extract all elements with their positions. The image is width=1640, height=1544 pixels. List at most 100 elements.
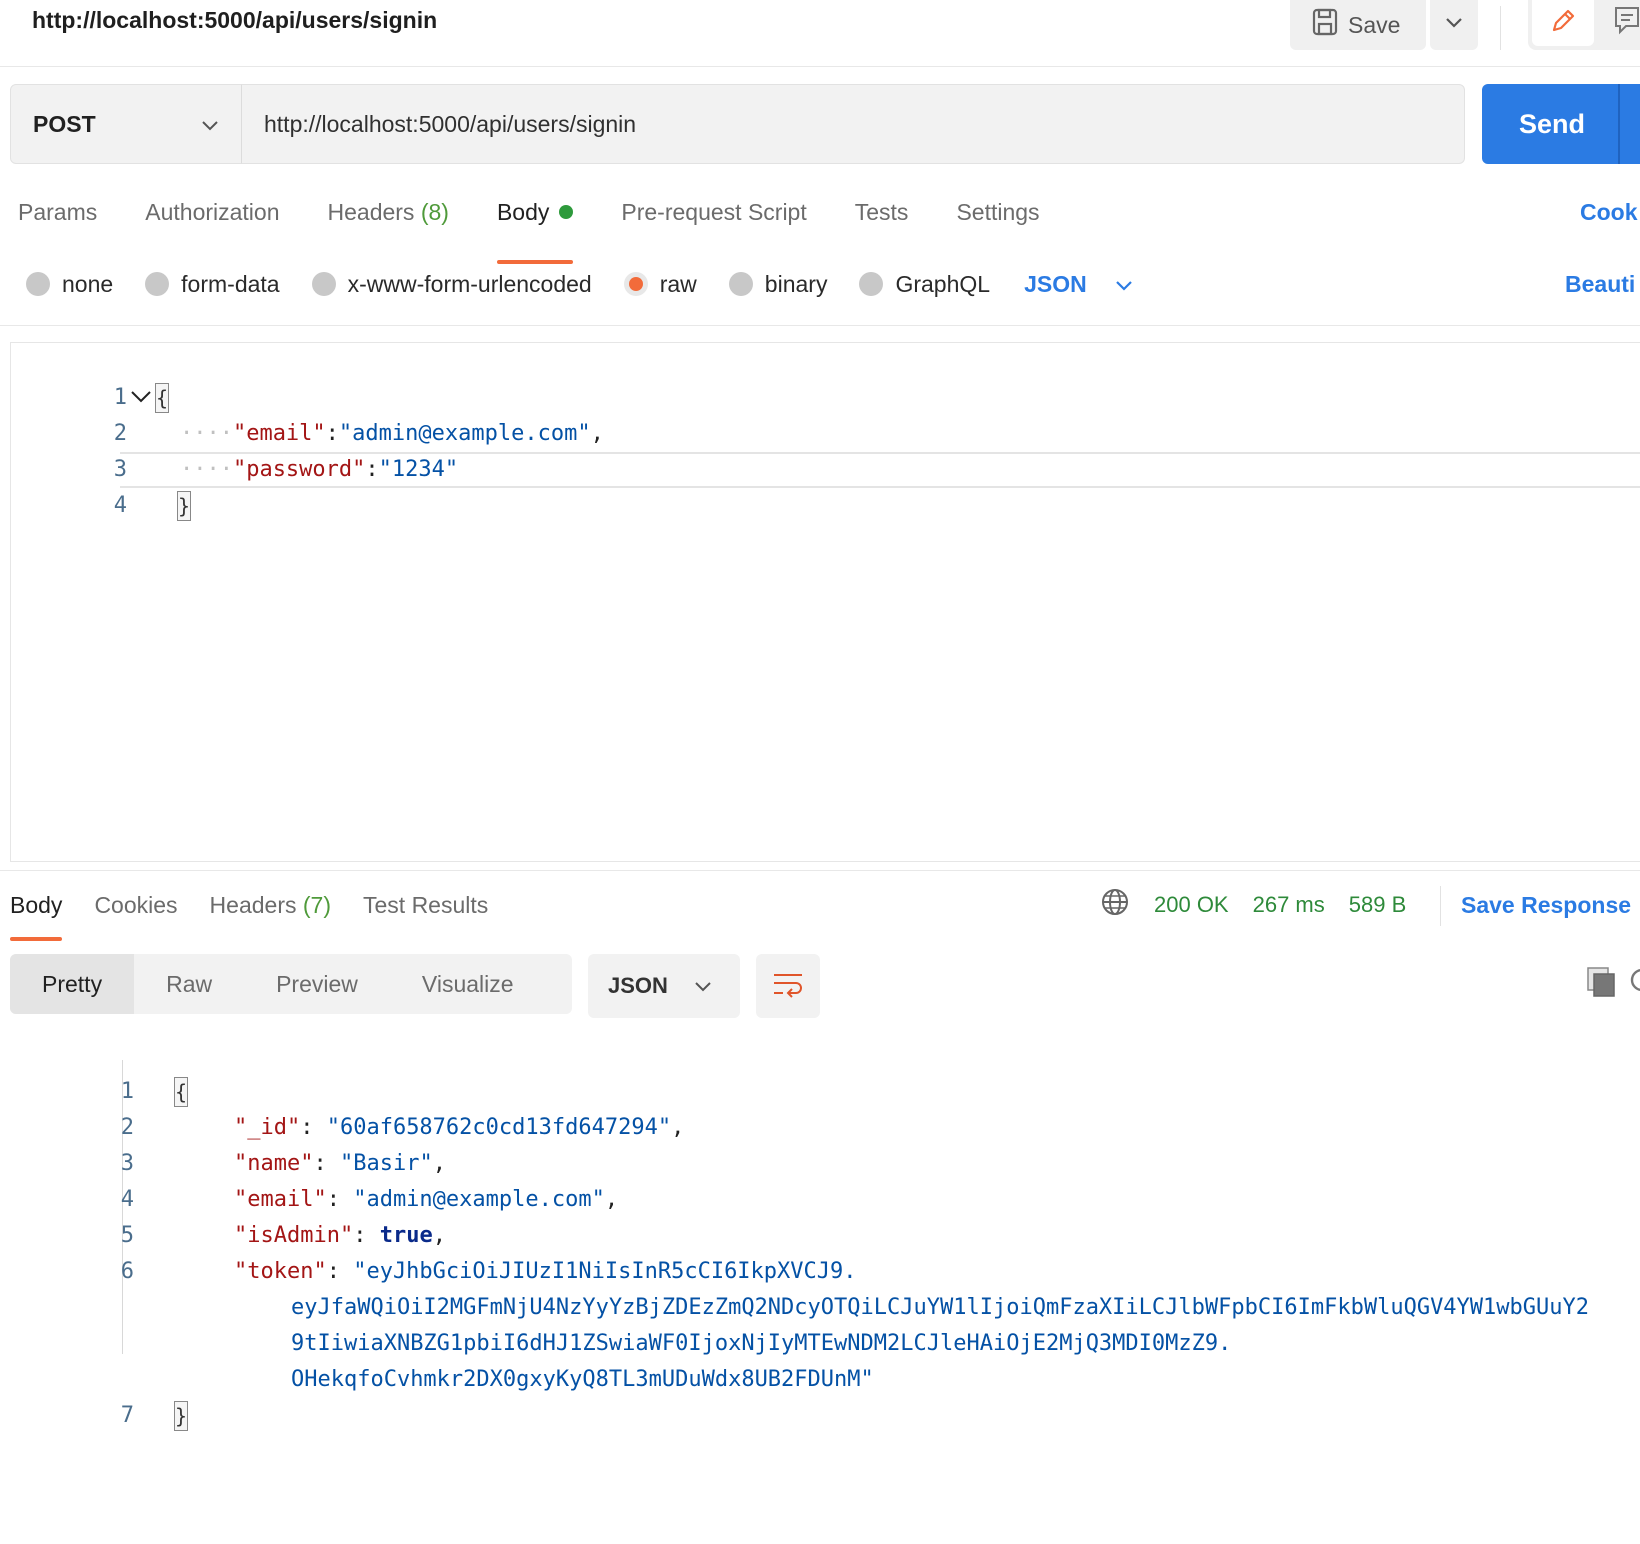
code-line: 4 "email": "admin@example.com", — [0, 1146, 618, 1212]
tab-prerequest-script[interactable]: Pre-request Script — [621, 192, 854, 252]
line-number: 4 — [113, 493, 127, 518]
tab-authorization[interactable]: Authorization — [145, 192, 327, 252]
save-options-button[interactable] — [1430, 0, 1478, 50]
response-tab-test-results[interactable]: Test Results — [363, 885, 488, 925]
status-code[interactable]: 200 OK — [1154, 892, 1229, 918]
copy-icon[interactable] — [1586, 966, 1616, 1003]
radio-label: none — [62, 270, 114, 297]
code-line: 4} — [0, 452, 191, 521]
response-tabs: Body Cookies Headers (7) Test Results — [10, 885, 520, 941]
save-icon — [1312, 8, 1338, 42]
wrap-lines-icon — [772, 970, 804, 1003]
radio-binary[interactable]: binary — [728, 270, 828, 298]
save-button[interactable]: Save — [1290, 0, 1426, 50]
divider — [0, 66, 1640, 67]
radio-circle — [26, 272, 50, 296]
send-options-button[interactable] — [1618, 84, 1640, 164]
divider — [0, 870, 1640, 871]
divider — [1440, 886, 1441, 926]
request-code: 1{ 2 ····"email":"admin@example.com", 3 … — [0, 344, 1640, 521]
view-mode-segment: Pretty Raw Preview Visualize — [10, 954, 572, 1014]
tab-label: Params — [18, 199, 98, 225]
headers-count: (7) — [302, 892, 331, 918]
code-line-wrapped: eyJfaWQiOiI2MGFmNjU4NzYyYzBjZDEzZmQ2NDcy… — [238, 1254, 1589, 1320]
request-title: http://localhost:5000/api/users/signin — [32, 7, 438, 33]
request-tabs: Params Authorization Headers (8) Body Pr… — [18, 192, 1088, 264]
tab-settings[interactable]: Settings — [956, 192, 1087, 252]
response-tab-headers[interactable]: Headers (7) — [210, 885, 331, 925]
code-line: 3 ····"password":"1234" — [0, 416, 458, 482]
colon: : — [365, 457, 379, 482]
toolbar-divider — [1500, 6, 1501, 50]
response-size[interactable]: 589 B — [1349, 892, 1407, 918]
response-tab-body[interactable]: Body — [10, 885, 63, 941]
radio-circle — [311, 272, 336, 296]
response-format-select[interactable]: JSON — [588, 954, 740, 1018]
url-input[interactable] — [241, 84, 1465, 164]
chevron-down-icon — [201, 111, 219, 138]
body-format-select[interactable]: JSON — [1024, 271, 1133, 298]
tab-tests[interactable]: Tests — [855, 192, 957, 252]
radio-raw[interactable]: raw — [623, 270, 697, 298]
method-select[interactable]: POST — [10, 84, 242, 164]
beautify-link[interactable]: Beauti — [1565, 264, 1635, 304]
radio-graphql[interactable]: GraphQL — [859, 271, 990, 298]
pencil-icon — [1549, 7, 1577, 40]
tab-label: Pre-request Script — [621, 199, 807, 225]
response-status: 200 OK 267 ms 589 B — [1100, 885, 1406, 925]
tab-label: Headers — [327, 199, 415, 225]
tab-label: Body — [496, 199, 550, 225]
headers-count: (8) — [420, 199, 449, 225]
radio-label: raw — [659, 270, 697, 297]
tab-label: Test Results — [363, 892, 489, 918]
radio-none[interactable]: none — [26, 271, 113, 298]
chevron-down-icon — [1115, 271, 1133, 298]
radio-label: binary — [764, 270, 828, 297]
radio-circle — [859, 272, 884, 296]
search-icon[interactable] — [1630, 966, 1640, 1003]
response-time[interactable]: 267 ms — [1253, 892, 1325, 918]
save-response-button[interactable]: Save Response — [1461, 885, 1631, 925]
code-line: 3 "name": "Basir", — [0, 1110, 446, 1176]
comma: , — [590, 421, 604, 446]
edit-button[interactable] — [1532, 0, 1594, 46]
code-line: 6 "token": "eyJhbGciOiJIUzI1NiIsInR5cCI6I… — [0, 1218, 857, 1284]
tab-label: Cookies — [94, 892, 178, 918]
divider — [0, 325, 1640, 326]
view-pretty[interactable]: Pretty — [10, 954, 135, 1014]
close-brace: } — [176, 491, 191, 521]
globe-icon[interactable] — [1100, 887, 1130, 923]
radio-label: form-data — [181, 270, 280, 297]
send-button[interactable]: Send — [1482, 84, 1622, 164]
response-body-viewer[interactable]: 1{ 2 "_id": "60af658762c0cd13fd647294", 3… — [0, 1038, 1640, 1438]
radio-label: x-www-form-urlencoded — [347, 270, 592, 297]
radio-form-data[interactable]: form-data — [145, 270, 280, 298]
code-line: 7} — [0, 1362, 188, 1431]
tab-params[interactable]: Params — [18, 192, 145, 252]
wrap-lines-button[interactable] — [756, 954, 820, 1018]
view-preview[interactable]: Preview — [244, 954, 390, 1014]
tab-label: Authorization — [145, 199, 280, 225]
comma: , — [671, 1115, 685, 1140]
format-label: JSON — [1024, 270, 1087, 297]
format-label: JSON — [608, 973, 668, 998]
cookies-link[interactable]: Cook — [1580, 192, 1638, 232]
code-line: 2 ····"email":"admin@example.com", — [0, 380, 604, 446]
json-string: "1234" — [378, 457, 459, 482]
radio-label: GraphQL — [895, 270, 991, 297]
save-label: Save — [1348, 11, 1401, 38]
code-line: 2 "_id": "60af658762c0cd13fd647294", — [0, 1074, 685, 1140]
code-line-wrapped: 9tIiwiaXNBZG1pbiI6dHJ1ZSwiaWF0IjoxNjIyMT… — [238, 1290, 1231, 1356]
tab-body[interactable]: Body — [496, 192, 621, 264]
code-line: 1{ — [0, 1038, 188, 1107]
body-type-radios: none form-data x-www-form-urlencoded raw… — [26, 264, 1133, 304]
tab-label: Body — [10, 892, 63, 918]
radio-urlencoded[interactable]: x-www-form-urlencoded — [311, 270, 592, 298]
tab-headers[interactable]: Headers (8) — [328, 192, 497, 252]
line-number: 7 — [120, 1403, 134, 1428]
comment-icon[interactable] — [1614, 6, 1640, 41]
method-label: POST — [33, 110, 96, 137]
response-tab-cookies[interactable]: Cookies — [94, 885, 177, 925]
view-raw[interactable]: Raw — [134, 954, 244, 1014]
view-visualize[interactable]: Visualize — [390, 954, 546, 1014]
